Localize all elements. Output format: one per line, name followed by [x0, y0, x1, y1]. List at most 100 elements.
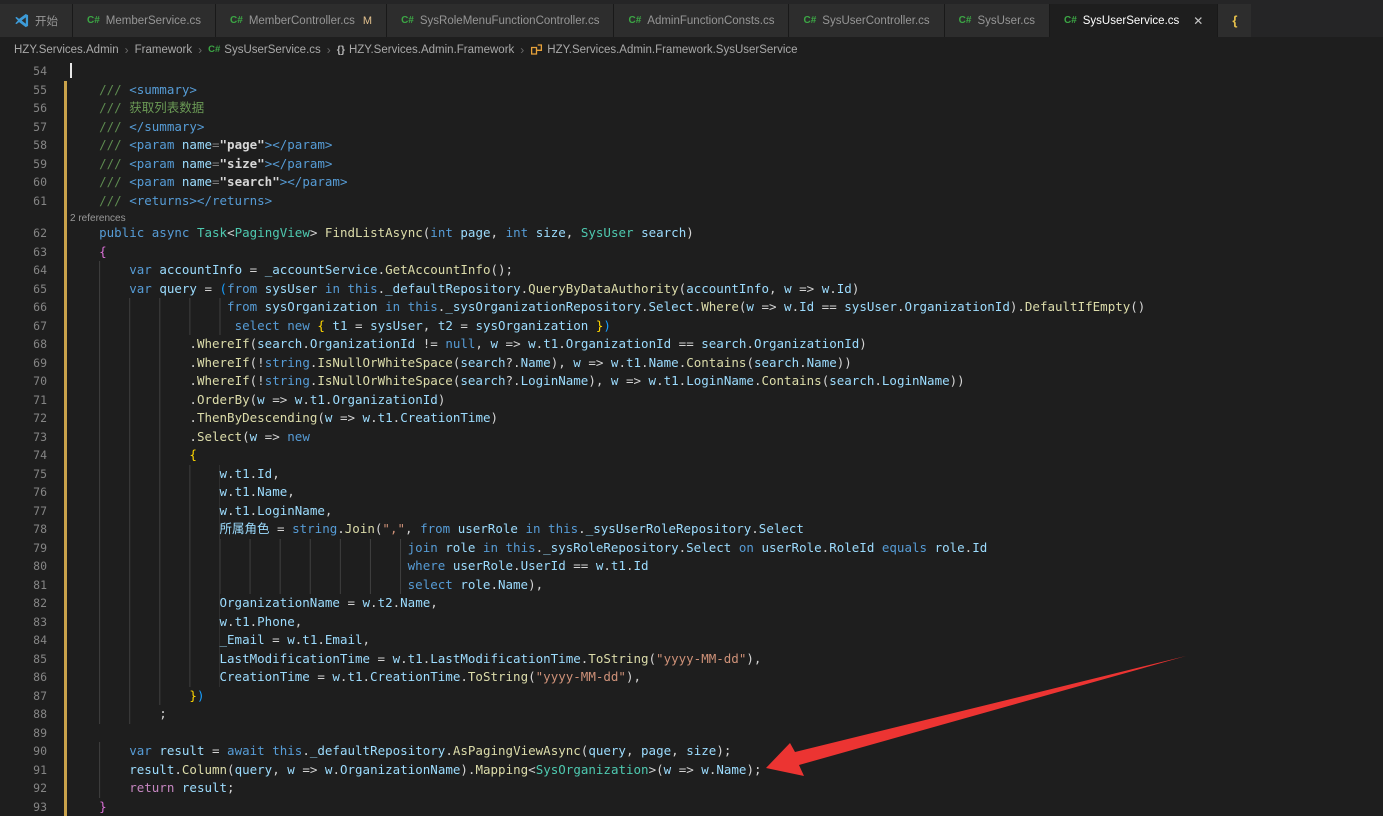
modified-change-bar [64, 372, 67, 391]
code-line-86[interactable]: 86CreationTime = w.t1.CreationTime.ToStr… [0, 668, 1383, 687]
code-line-56[interactable]: 56/// 获取列表数据 [0, 99, 1383, 118]
line-number: 60 [0, 173, 64, 192]
tab-MemberController-cs[interactable]: C#MemberController.csM [216, 4, 387, 37]
code-line-75[interactable]: 75w.t1.Id, [0, 465, 1383, 484]
code-line-87[interactable]: 87}) [0, 687, 1383, 706]
breadcrumb-item-1[interactable]: Framework [135, 44, 193, 56]
modified-change-bar [64, 224, 67, 243]
code-line-73[interactable]: 73.Select(w => new [0, 428, 1383, 447]
breadcrumb-item-2[interactable]: C#SysUserService.cs [208, 44, 321, 56]
code-line-54[interactable]: 54 [0, 62, 1383, 81]
modified-change-bar [64, 724, 67, 743]
code-line-71[interactable]: 71.OrderBy(w => w.t1.OrganizationId) [0, 391, 1383, 410]
csharp-file-icon: C# [208, 44, 220, 55]
indent-guides [70, 576, 408, 595]
code-line-77[interactable]: 77w.t1.LoginName, [0, 502, 1383, 521]
modified-change-bar [64, 62, 67, 81]
modified-change-bar [64, 210, 67, 224]
code-line-62[interactable]: 62public async Task<PagingView> FindList… [0, 224, 1383, 243]
code-line-74[interactable]: 74{ [0, 446, 1383, 465]
code-text: return result; [70, 779, 235, 798]
breadcrumb-item-3[interactable]: {}HZY.Services.Admin.Framework [337, 44, 515, 56]
indent-guides [70, 192, 99, 211]
line-number: 79 [0, 539, 64, 558]
code-line-69[interactable]: 69.WhereIf(!string.IsNullOrWhiteSpace(se… [0, 354, 1383, 373]
code-line-89[interactable]: 89 [0, 724, 1383, 743]
code-line-68[interactable]: 68.WhereIf(search.OrganizationId != null… [0, 335, 1383, 354]
tab-SysUserController-cs[interactable]: C#SysUserController.cs [789, 4, 944, 37]
code-line-55[interactable]: 55/// <summary> [0, 81, 1383, 100]
code-editor[interactable]: 5455/// <summary>56/// 获取列表数据57/// </sum… [0, 62, 1383, 816]
code-text: select role.Name), [70, 576, 543, 595]
code-text: { [70, 446, 197, 465]
codelens-references[interactable]: 2 references [70, 213, 126, 224]
tab-label: AdminFunctionConsts.cs [647, 15, 774, 27]
line-number: 58 [0, 136, 64, 155]
code-line-90[interactable]: 90var result = await this._defaultReposi… [0, 742, 1383, 761]
indent-guides [70, 539, 408, 558]
indent-guides [70, 668, 220, 687]
indent-guides [70, 99, 99, 118]
line-number: 93 [0, 798, 64, 816]
indent-guides [70, 136, 99, 155]
code-line-67[interactable]: 67select new { t1 = sysUser, t2 = sysOrg… [0, 317, 1383, 336]
modified-change-bar [64, 502, 67, 521]
code-line-92[interactable]: 92return result; [0, 779, 1383, 798]
tab-开始[interactable]: 开始 [0, 4, 73, 37]
code-line-84[interactable]: 84_Email = w.t1.Email, [0, 631, 1383, 650]
code-line-76[interactable]: 76w.t1.Name, [0, 483, 1383, 502]
namespace-icon: {} [337, 44, 345, 56]
breadcrumb-item-0[interactable]: HZY.Services.Admin [14, 44, 119, 56]
code-line-81[interactable]: 81select role.Name), [0, 576, 1383, 595]
code-line-79[interactable]: 79 join role in this._sysRoleRepository.S… [0, 539, 1383, 558]
indent-guides [70, 261, 129, 280]
code-line-78[interactable]: 78所属角色 = string.Join(",", from userRole … [0, 520, 1383, 539]
tab-label: 开始 [35, 13, 58, 29]
code-text: /// <returns></returns> [70, 192, 272, 211]
code-line-59[interactable]: 59/// <param name="size"></param> [0, 155, 1383, 174]
code-line-72[interactable]: 72.ThenByDescending(w => w.t1.CreationTi… [0, 409, 1383, 428]
text-cursor [70, 63, 72, 78]
tab-AdminFunctionConsts-cs[interactable]: C# AdminFunctionConsts.cs [614, 4, 789, 37]
modified-change-bar [64, 280, 67, 299]
code-line-88[interactable]: 88; [0, 705, 1383, 724]
close-icon[interactable]: ✕ [1193, 14, 1203, 28]
line-number: 83 [0, 613, 64, 632]
indent-guides [70, 317, 235, 336]
code-text: var result = await this._defaultReposito… [70, 742, 731, 761]
code-line-65[interactable]: 65var query = (from sysUser in this._def… [0, 280, 1383, 299]
breadcrumb-separator: › [198, 43, 202, 57]
code-line-63[interactable]: 63{ [0, 243, 1383, 262]
code-line-83[interactable]: 83w.t1.Phone, [0, 613, 1383, 632]
code-line-80[interactable]: 80where userRole.UserId == w.t1.Id [0, 557, 1383, 576]
code-line-60[interactable]: 60/// <param name="search"></param> [0, 173, 1383, 192]
tab--[interactable]: { [1218, 4, 1251, 37]
code-line-82[interactable]: 82OrganizationName = w.t2.Name, [0, 594, 1383, 613]
code-line-66[interactable]: 66from sysOrganization in this._sysOrgan… [0, 298, 1383, 317]
modified-change-bar [64, 631, 67, 650]
indent-guides [70, 280, 129, 299]
code-line-70[interactable]: 70.WhereIf(!string.IsNullOrWhiteSpace(se… [0, 372, 1383, 391]
code-text: join role in this._sysRoleRepository.Sel… [70, 539, 987, 558]
line-number: 54 [0, 62, 64, 81]
code-line-57[interactable]: 57/// </summary> [0, 118, 1383, 137]
breadcrumb-item-4[interactable]: HZY.Services.Admin.Framework.SysUserServ… [530, 43, 797, 56]
code-line-85[interactable]: 85LastModificationTime = w.t1.LastModifi… [0, 650, 1383, 669]
indent-guides [70, 705, 159, 724]
tab-SysUserService-cs[interactable]: C#SysUserService.cs✕ [1050, 4, 1218, 37]
code-text: LastModificationTime = w.t1.LastModifica… [70, 650, 761, 669]
code-line-61[interactable]: 61 /// <returns></returns> [0, 192, 1383, 211]
code-line-91[interactable]: 91result.Column(query, w => w.Organizati… [0, 761, 1383, 780]
indent-guides [70, 354, 189, 373]
code-text: .WhereIf(!string.IsNullOrWhiteSpace(sear… [70, 372, 965, 391]
csharp-file-icon: C# [628, 15, 641, 26]
line-number: 61 [0, 192, 64, 211]
code-line-64[interactable]: 64var accountInfo = _accountService.GetA… [0, 261, 1383, 280]
code-text: } [70, 798, 107, 816]
indent-guides [70, 243, 99, 262]
tab-SysUser-cs[interactable]: C#SysUser.cs [945, 4, 1050, 37]
code-line-58[interactable]: 58/// <param name="page"></param> [0, 136, 1383, 155]
code-line-93[interactable]: 93} [0, 798, 1383, 816]
tab-MemberService-cs[interactable]: C#MemberService.cs [73, 4, 216, 37]
tab-SysRoleMenuFunctionController-cs[interactable]: C#SysRoleMenuFunctionController.cs [387, 4, 614, 37]
